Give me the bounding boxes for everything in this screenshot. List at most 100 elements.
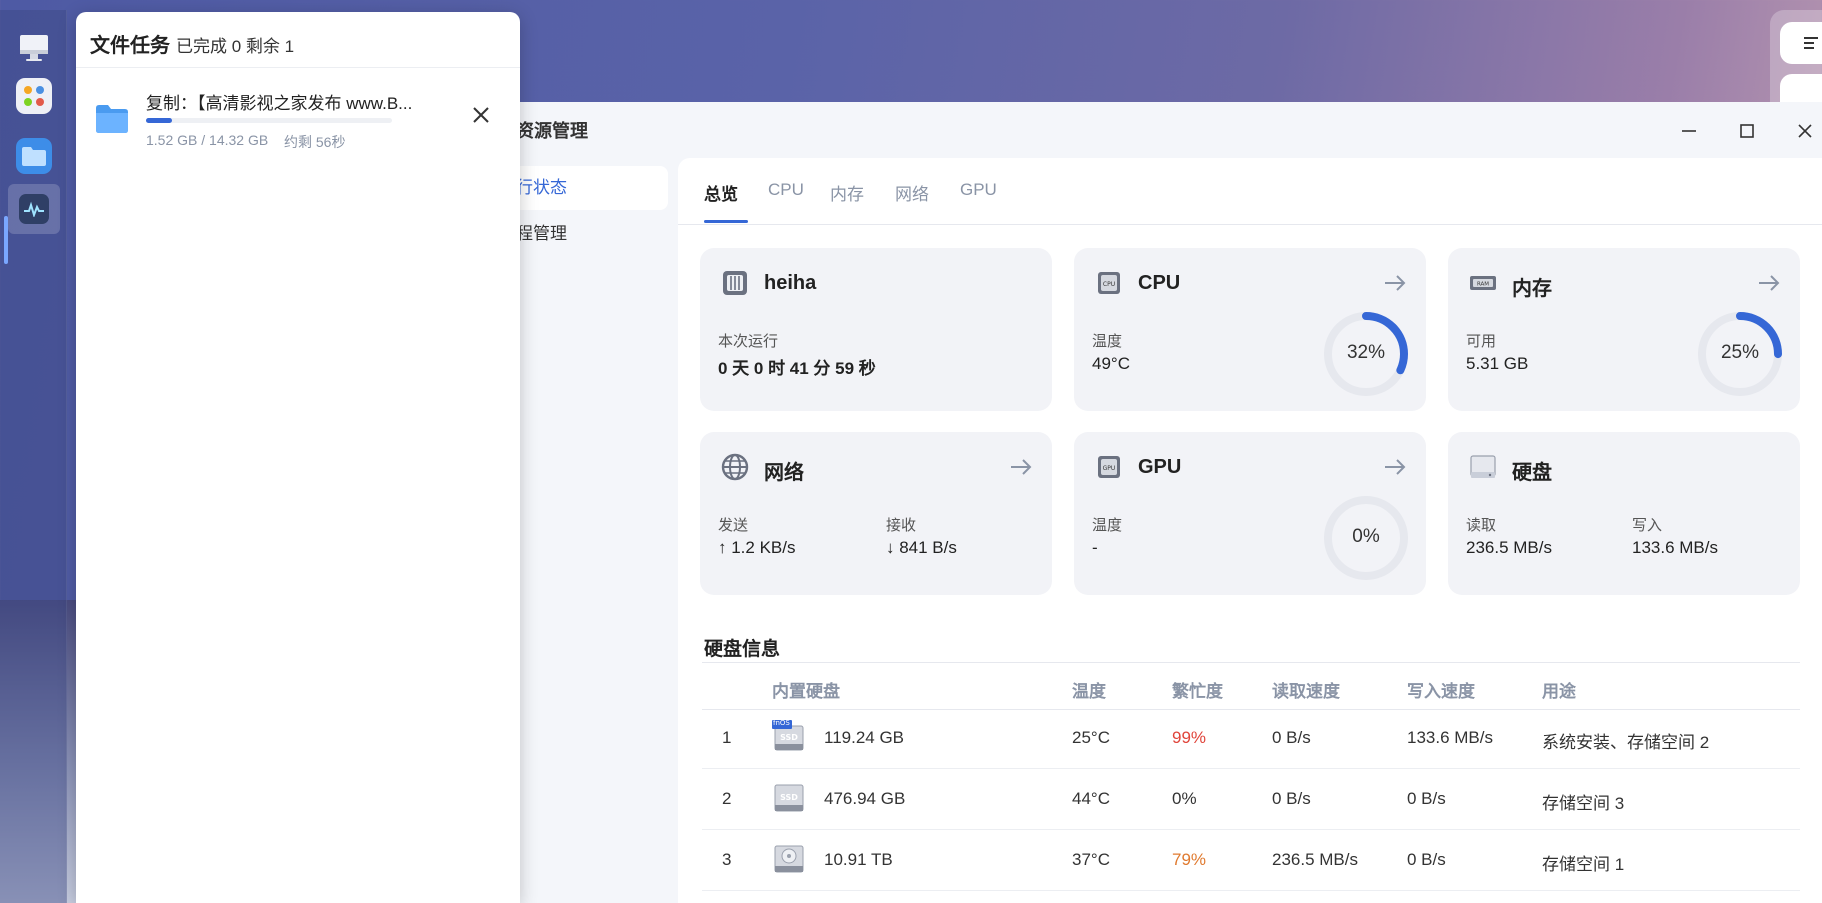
disk-card: 硬盘 读取 236.5 MB/s 写入 133.6 MB/s bbox=[1448, 432, 1800, 595]
col-write-speed: 写入速度 bbox=[1407, 682, 1475, 701]
system-name: heiha bbox=[764, 272, 817, 294]
tab-cpu[interactable]: CPU bbox=[768, 180, 804, 200]
cpu-arrow-icon[interactable] bbox=[1382, 270, 1408, 296]
server-icon bbox=[720, 268, 750, 298]
memory-card[interactable]: RAM 内存 可用 5.31 GB 25% bbox=[1448, 248, 1800, 411]
memory-usage-ring: 25% bbox=[1696, 310, 1784, 398]
gpu-usage-ring: 0% bbox=[1322, 494, 1410, 582]
disk-info-title: 硬盘信息 bbox=[704, 639, 781, 660]
minimize-button[interactable] bbox=[1674, 116, 1704, 146]
cpu-usage-ring: 32% bbox=[1322, 310, 1410, 398]
memory-usage-value: 25% bbox=[1720, 342, 1760, 363]
memory-avail-label: 可用 bbox=[1466, 333, 1497, 350]
tab-gpu[interactable]: GPU bbox=[960, 180, 997, 200]
disk-usage: 存储空间 1 bbox=[1542, 855, 1625, 874]
gpu-temp-label: 温度 bbox=[1092, 517, 1123, 534]
panel-title: 文件任务 bbox=[90, 35, 170, 57]
disk-temp: 37°C bbox=[1072, 850, 1110, 869]
gpu-usage-value: 0% bbox=[1352, 526, 1380, 547]
panel-header: 文件任务 已完成 0 剩余 1 bbox=[76, 12, 520, 68]
network-title: 网络 bbox=[764, 462, 804, 484]
gpu-card[interactable]: GPU GPU 温度 - 0% bbox=[1074, 432, 1426, 595]
col-internal-disk: 内置硬盘 bbox=[772, 682, 840, 701]
tab-memory[interactable]: 内存 bbox=[830, 180, 864, 205]
resource-manager-window: 资源管理 行状态 程管理 总览 CPU 内存 网络 GPU heiha 本次运行… bbox=[440, 102, 1822, 903]
main-content: 总览 CPU 内存 网络 GPU heiha 本次运行 0 天 0 时 41 分… bbox=[678, 158, 1822, 903]
tab-network[interactable]: 网络 bbox=[895, 180, 929, 205]
table-row[interactable]: 1 SSD fnOS 119.24 GB 25°C 99% 0 B/s 133.… bbox=[702, 708, 1800, 769]
dock bbox=[0, 10, 67, 903]
svg-text:GPU: GPU bbox=[1103, 465, 1116, 472]
system-card: heiha 本次运行 0 天 0 时 41 分 59 秒 bbox=[700, 248, 1052, 411]
table-row[interactable]: 2 SSD 476.94 GB 44°C 0% 0 B/s 0 B/s 存储空间… bbox=[702, 769, 1800, 830]
memory-avail-value: 5.31 GB bbox=[1466, 354, 1529, 373]
disk-capacity: 119.24 GB bbox=[824, 728, 905, 747]
row-index: 2 bbox=[722, 789, 732, 808]
dock-monitor-icon[interactable] bbox=[16, 30, 52, 66]
cpu-usage-value: 32% bbox=[1346, 342, 1386, 363]
dock-files-icon[interactable] bbox=[16, 138, 52, 174]
disk-usage: 存储空间 3 bbox=[1542, 794, 1625, 813]
svg-text:RAM: RAM bbox=[1477, 282, 1489, 288]
close-window-button[interactable] bbox=[1790, 116, 1820, 146]
row-index: 1 bbox=[722, 728, 732, 747]
network-send-value: ↑ 1.2 KB/s bbox=[718, 538, 796, 557]
uptime-value: 0 天 0 时 41 分 59 秒 bbox=[718, 359, 876, 378]
tab-bar: 总览 CPU 内存 网络 GPU bbox=[678, 158, 1822, 225]
svg-text:SSD: SSD bbox=[780, 793, 798, 802]
table-header: 内置硬盘 温度 繁忙度 读取速度 写入速度 用途 bbox=[702, 662, 1800, 710]
cpu-temp-value: 49°C bbox=[1092, 354, 1130, 373]
memory-title: 内存 bbox=[1512, 278, 1552, 300]
cpu-card[interactable]: CPU CPU 温度 49°C 32% bbox=[1074, 248, 1426, 411]
window-title: 资源管理 bbox=[516, 121, 588, 141]
disk-temp: 44°C bbox=[1072, 789, 1110, 808]
col-temp: 温度 bbox=[1072, 682, 1106, 701]
disk-capacity: 476.94 GB bbox=[824, 789, 906, 808]
cpu-chip-icon: CPU bbox=[1094, 268, 1124, 298]
task-summary: 已完成 0 剩余 1 bbox=[176, 37, 295, 56]
svg-text:CPU: CPU bbox=[1103, 281, 1115, 288]
close-icon bbox=[1798, 124, 1812, 138]
dock-active-indicator bbox=[4, 216, 8, 264]
network-send-label: 发送 bbox=[718, 517, 749, 534]
disk-usage: 系统安装、存储空间 2 bbox=[1542, 733, 1710, 752]
svg-text:SSD: SSD bbox=[780, 733, 798, 742]
tab-active-underline bbox=[704, 220, 748, 223]
disk-busy: 79% bbox=[1172, 850, 1207, 869]
task-progress-fill bbox=[146, 118, 173, 123]
close-icon bbox=[473, 107, 489, 123]
task-progress-text: 1.52 GB / 14.32 GB bbox=[146, 132, 269, 148]
file-task-panel: 文件任务 已完成 0 剩余 1 复制：【高清影视之家发布 www.B... 1.… bbox=[76, 12, 520, 903]
col-usage: 用途 bbox=[1542, 682, 1576, 701]
gpu-title: GPU bbox=[1138, 456, 1182, 478]
network-card[interactable]: 网络 发送 ↑ 1.2 KB/s 接收 ↓ 841 B/s bbox=[700, 432, 1052, 595]
ram-icon: RAM bbox=[1468, 268, 1498, 298]
disk-read: 0 B/s bbox=[1272, 789, 1311, 808]
maximize-button[interactable] bbox=[1732, 116, 1762, 146]
network-arrow-icon[interactable] bbox=[1008, 454, 1034, 480]
dock-resource-monitor-icon[interactable] bbox=[8, 184, 60, 234]
task-progress-bar bbox=[146, 118, 392, 123]
disk-read-value: 236.5 MB/s bbox=[1466, 538, 1552, 557]
disk-busy: 99% bbox=[1172, 728, 1207, 747]
gpu-arrow-icon[interactable] bbox=[1382, 454, 1408, 480]
disk-read-label: 读取 bbox=[1466, 517, 1497, 534]
task-name: 复制：【高清影视之家发布 www.B... bbox=[146, 94, 413, 113]
ssd-fnos-icon: SSD fnOS bbox=[772, 719, 806, 754]
col-busy: 繁忙度 bbox=[1172, 682, 1223, 701]
tab-overview[interactable]: 总览 bbox=[704, 180, 738, 205]
gpu-chip-icon: GPU bbox=[1094, 452, 1124, 482]
widget-settings-button[interactable] bbox=[1780, 22, 1822, 64]
col-read-speed: 读取速度 bbox=[1272, 682, 1340, 701]
cancel-task-button[interactable] bbox=[468, 102, 494, 128]
disk-title: 硬盘 bbox=[1512, 462, 1552, 484]
disk-icon bbox=[1468, 452, 1498, 482]
memory-arrow-icon[interactable] bbox=[1756, 270, 1782, 296]
dock-apps-icon[interactable] bbox=[16, 78, 52, 114]
folder-icon bbox=[94, 100, 130, 136]
network-recv-label: 接收 bbox=[886, 517, 917, 534]
network-recv-value: ↓ 841 B/s bbox=[886, 538, 957, 557]
table-row[interactable]: 3 10.91 TB 37°C 79% 236.5 MB/s 0 B/s 存储空… bbox=[702, 830, 1800, 891]
disk-write: 0 B/s bbox=[1407, 850, 1446, 869]
disk-temp: 25°C bbox=[1072, 728, 1110, 747]
